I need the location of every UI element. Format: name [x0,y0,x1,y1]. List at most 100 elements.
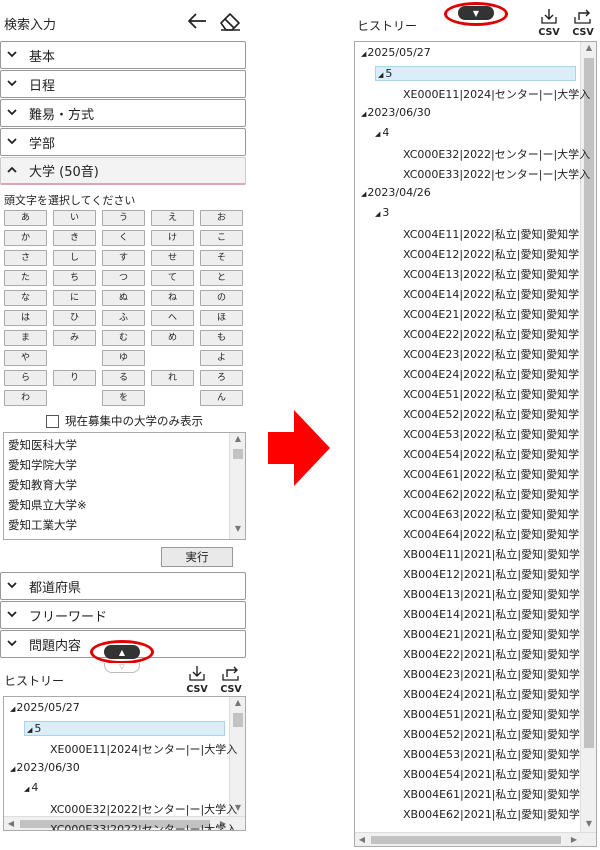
history-entry[interactable]: XC000E32|2022|センター|ー|大学入 [403,146,590,162]
kana-button[interactable]: ま [4,330,47,346]
university-list[interactable]: ▲ ▼ 愛知医科大学愛知学院大学愛知教育大学愛知県立大学※ 愛知工業大学会津大学 [3,432,246,540]
csv-import-icon[interactable]: CSV [536,8,562,38]
history-tree-small[interactable]: ▲ ▼ ◀ ▶ ◢2025/05/27 ◢ 5 XE000E11|2024|センター|… [3,696,246,831]
history-entry[interactable]: XC004E21|2022|私立|愛知|愛知学 [403,306,579,322]
history-tree-large[interactable]: ▲ ▼ ◀ ▶ ◢2025/05/27 ◢ 5 XE000E11|2024|センター|… [354,41,597,847]
history-entry[interactable]: XC004E14|2022|私立|愛知|愛知学 [403,286,579,302]
kana-button[interactable]: そ [200,250,243,266]
kana-button[interactable]: な [4,290,47,306]
toggle-up-icon[interactable]: ▲ [104,645,140,659]
university-list-item[interactable]: 愛知工業大学 [8,517,77,533]
kana-button[interactable]: よ [200,350,243,366]
kana-button[interactable]: え [151,210,194,226]
history-entry[interactable]: XC004E63|2022|私立|愛知|愛知学 [403,506,579,522]
accordion-row[interactable]: 都道府県 [0,572,246,600]
kana-button[interactable]: む [102,330,145,346]
kana-button[interactable]: れ [151,370,194,386]
history-entry[interactable]: XC004E23|2022|私立|愛知|愛知学 [403,346,579,362]
kana-button[interactable]: け [151,230,194,246]
scroll-up-icon[interactable]: ▲ [230,698,245,712]
scroll-left-icon[interactable]: ◀ [355,833,369,846]
kana-button[interactable]: も [200,330,243,346]
history-entry[interactable]: XC004E52|2022|私立|愛知|愛知学 [403,406,579,422]
history-group-node[interactable]: ◢ 3 [375,206,389,219]
kana-button[interactable]: お [200,210,243,226]
history-date-node[interactable]: ◢2025/05/27 [361,46,431,59]
kana-button[interactable]: て [151,270,194,286]
history-entry[interactable]: XC004E22|2022|私立|愛知|愛知学 [403,326,579,342]
kana-button[interactable]: み [53,330,96,346]
scroll-left-icon[interactable]: ◀ [4,817,18,830]
history-scrollbar-v[interactable]: ▲ ▼ [229,697,245,818]
kana-button[interactable]: さ [4,250,47,266]
accordion-row[interactable]: フリーワード [0,601,246,629]
history-entry[interactable]: XB004E14|2021|私立|愛知|愛知学 [403,606,580,622]
kana-button[interactable]: ち [53,270,96,286]
kana-button[interactable]: ほ [200,310,243,326]
scroll-up-icon[interactable]: ▲ [581,43,596,57]
kana-button[interactable]: か [4,230,47,246]
history-entry[interactable]: XB004E13|2021|私立|愛知|愛知学 [403,586,580,602]
kana-button[interactable]: に [53,290,96,306]
history-group-node[interactable]: ◢ 4 [375,126,389,139]
accordion-row[interactable]: 学部 [0,128,246,156]
kana-button[interactable]: つ [102,270,145,286]
kana-button[interactable]: い [53,210,96,226]
kana-button[interactable]: り [53,370,96,386]
accordion-row[interactable]: 日程 [0,70,246,98]
kana-button[interactable]: く [102,230,145,246]
history-entry[interactable]: XC004E64|2022|私立|愛知|愛知学 [403,526,579,542]
university-list-item[interactable]: 愛知医科大学 [8,437,77,453]
history-group-node[interactable]: ◢ 4 [24,781,38,794]
history-entry[interactable]: XC004E11|2022|私立|愛知|愛知学 [403,226,579,242]
kana-button[interactable]: ろ [200,370,243,386]
kana-button[interactable]: を [102,390,145,406]
history-entry[interactable]: XC004E61|2022|私立|愛知|愛知学 [403,466,579,482]
kana-button[interactable]: は [4,310,47,326]
history-entry[interactable]: XC004E12|2022|私立|愛知|愛知学 [403,246,579,262]
history-entry[interactable]: XC004E24|2022|私立|愛知|愛知学 [403,366,579,382]
university-list-item[interactable]: 愛知教育大学 [8,477,77,493]
arrow-left-icon[interactable] [184,8,210,34]
kana-button[interactable]: し [53,250,96,266]
run-button[interactable]: 実行 [161,547,233,567]
history-entry[interactable]: XB004E52|2021|私立|愛知|愛知学 [403,726,580,742]
history-group-node[interactable]: ◢ 5 [375,66,576,81]
history-entry[interactable]: XC000E32|2022|センター|ー|大学入 [50,801,237,817]
history-entry[interactable]: XC004E13|2022|私立|愛知|愛知学 [403,266,579,282]
kana-button[interactable]: ふ [102,310,145,326]
university-list-item[interactable]: 会津大学 [8,537,54,539]
eraser-icon[interactable] [217,8,243,34]
kana-button[interactable]: め [151,330,194,346]
kana-button[interactable]: や [4,350,47,366]
kana-button[interactable]: す [102,250,145,266]
history-entry[interactable]: XB004E54|2021|私立|愛知|愛知学 [403,766,580,782]
csv-export-icon[interactable]: CSV [218,665,244,695]
history-entry[interactable]: XB004E51|2021|私立|愛知|愛知学 [403,706,580,722]
history-entry[interactable]: XE000E11|2024|センター|ー|大学入 [403,86,590,102]
accordion-university-50on[interactable]: 大学 (50音) [0,157,246,185]
kana-button[interactable]: ね [151,290,194,306]
history-entry[interactable]: XC000E33|2022|センター|ー|大学入 [403,166,590,182]
kana-button[interactable]: る [102,370,145,386]
history-entry[interactable]: XC004E54|2022|私立|愛知|愛知学 [403,446,579,462]
csv-import-icon[interactable]: CSV [184,665,210,695]
kana-button[interactable]: わ [4,390,47,406]
kana-button[interactable]: ひ [53,310,96,326]
accordion-row[interactable]: 基本 [0,41,246,69]
history-group-node[interactable]: ◢ 5 [24,721,225,736]
history-date-node[interactable]: ◢2023/06/30 [10,761,80,774]
kana-button[interactable]: き [53,230,96,246]
scroll-up-icon[interactable]: ▲ [230,434,245,448]
kana-button[interactable]: と [200,270,243,286]
kana-button[interactable]: へ [151,310,194,326]
history-entry[interactable]: XB004E12|2021|私立|愛知|愛知学 [403,566,580,582]
history-scrollbar-h[interactable]: ◀ ▶ [355,832,596,846]
csv-export-icon[interactable]: CSV [570,8,596,38]
kana-button[interactable]: あ [4,210,47,226]
kana-button[interactable]: せ [151,250,194,266]
kana-button[interactable]: ゆ [102,350,145,366]
history-date-node[interactable]: ◢2023/04/26 [361,186,431,199]
history-date-node[interactable]: ◢2025/05/27 [10,701,80,714]
recruiting-only-toggle[interactable]: 現在募集中の大学のみ表示 [46,413,203,429]
